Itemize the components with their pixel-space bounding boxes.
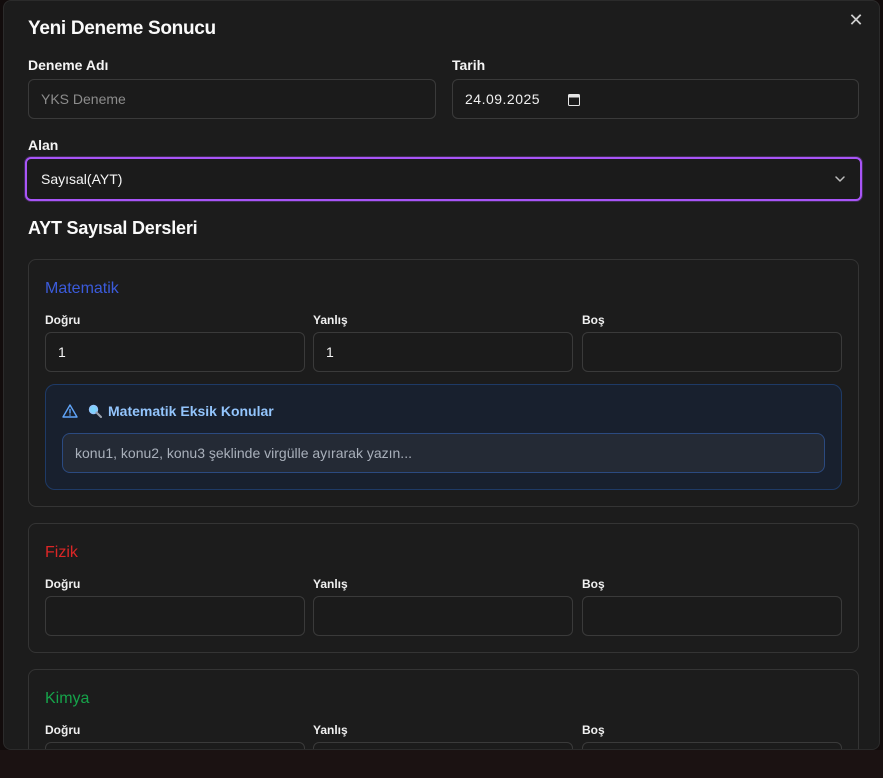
subject-title: Matematik [45, 280, 119, 297]
correct-label: Doğru [45, 577, 81, 591]
wrong-label: Yanlış [313, 313, 348, 327]
missing-topics-placeholder: konu1, konu2, konu3 şeklinde virgülle ay… [75, 445, 412, 461]
field-select-value: Sayısal(AYT) [41, 171, 123, 187]
wrong-input[interactable]: 1 [313, 332, 573, 372]
subject-card-matematik: Matematik Doğru Yanlış Boş 1 1 Matematik… [28, 259, 859, 507]
blank-label: Boş [582, 723, 605, 737]
exam-name-label: Deneme Adı [28, 57, 109, 73]
blank-input[interactable] [582, 596, 842, 636]
missing-topics-box: Matematik Eksik Konular konu1, konu2, ko… [45, 384, 842, 490]
date-label: Tarih [452, 57, 486, 73]
subject-title: Kimya [45, 690, 90, 707]
new-exam-dialog: ✕ Yeni Deneme Sonucu Deneme Adı YKS Dene… [3, 0, 880, 750]
dialog-title: Yeni Deneme Sonucu [28, 18, 216, 39]
correct-label: Doğru [45, 723, 81, 737]
blank-input[interactable] [582, 332, 842, 372]
backdrop-strip [0, 750, 883, 778]
date-value: 24.09.2025 [465, 91, 541, 107]
wrong-input[interactable] [313, 596, 573, 636]
section-title: AYT Sayısal Dersleri [28, 218, 198, 238]
wrong-label: Yanlış [313, 723, 348, 737]
calendar-icon[interactable] [568, 93, 580, 106]
wrong-input[interactable] [313, 742, 573, 749]
exam-name-placeholder: YKS Deneme [41, 91, 126, 107]
exam-name-input[interactable]: YKS Deneme [28, 79, 436, 119]
missing-topics-title-text: Matematik Eksik Konular [108, 403, 274, 419]
blank-input[interactable] [582, 742, 842, 749]
missing-topics-input[interactable]: konu1, konu2, konu3 şeklinde virgülle ay… [62, 433, 825, 473]
wrong-value: 1 [326, 344, 334, 360]
field-select[interactable]: Sayısal(AYT) [25, 157, 862, 201]
blank-label: Boş [582, 577, 605, 591]
subject-card-kimya: Kimya Doğru Yanlış Boş [28, 669, 859, 749]
date-input[interactable]: 24.09.2025 [452, 79, 859, 119]
correct-input[interactable] [45, 596, 305, 636]
subject-card-fizik: Fizik Doğru Yanlış Boş [28, 523, 859, 653]
chevron-down-icon [835, 176, 845, 182]
correct-label: Doğru [45, 313, 81, 327]
subject-title: Fizik [45, 544, 78, 561]
wrong-label: Yanlış [313, 577, 348, 591]
field-label: Alan [28, 137, 59, 153]
warning-icon [62, 404, 78, 418]
magnifier-icon [88, 404, 102, 418]
correct-input[interactable]: 1 [45, 332, 305, 372]
blank-label: Boş [582, 313, 605, 327]
correct-input[interactable] [45, 742, 305, 749]
close-icon[interactable]: ✕ [847, 11, 865, 29]
correct-value: 1 [58, 344, 66, 360]
missing-topics-title: Matematik Eksik Konular [88, 403, 274, 419]
